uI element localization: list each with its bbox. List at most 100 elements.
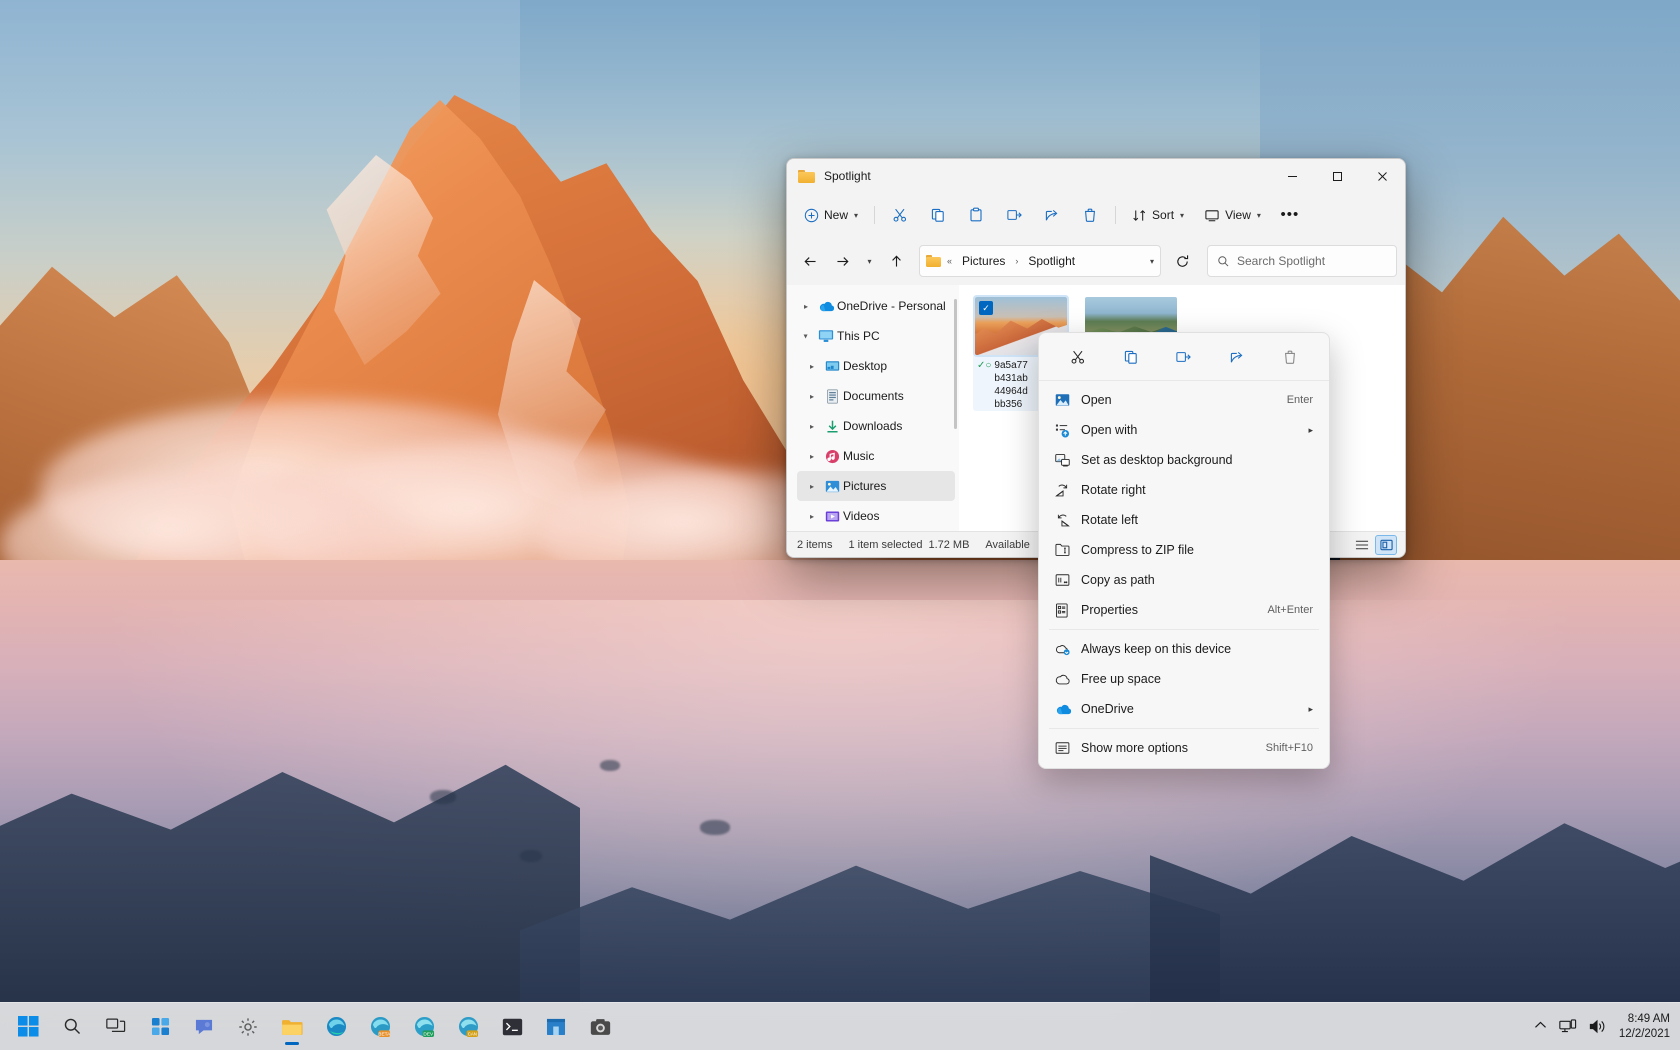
rename-button[interactable] — [996, 200, 1032, 230]
edge-beta-button[interactable]: BETA — [360, 1007, 400, 1047]
address-dropdown-icon[interactable]: ▾ — [1150, 257, 1154, 266]
edge-button[interactable] — [316, 1007, 356, 1047]
network-button[interactable] — [1559, 1019, 1577, 1034]
tray-expand-button[interactable] — [1534, 1021, 1547, 1033]
chevron-up-icon — [1534, 1021, 1547, 1030]
gear-icon — [238, 1017, 258, 1037]
menu-item-copy-as-path[interactable]: Copy as path — [1043, 565, 1325, 595]
menu-item-properties[interactable]: Properties Alt+Enter — [1043, 595, 1325, 625]
chevron-down-icon: ▾ — [1257, 211, 1261, 220]
share-button[interactable] — [1034, 200, 1070, 230]
open-with-icon — [1055, 423, 1081, 438]
breadcrumb-pictures[interactable]: Pictures — [958, 252, 1009, 270]
sidebar-item-downloads[interactable]: ▸ Downloads — [797, 411, 955, 441]
menu-item-open-with[interactable]: Open with ▸ — [1043, 415, 1325, 445]
start-button[interactable] — [8, 1007, 48, 1047]
selection-checkbox[interactable]: ✓ — [979, 301, 993, 315]
search-input[interactable]: Search Spotlight — [1207, 245, 1397, 277]
menu-item-open[interactable]: Open Enter — [1043, 385, 1325, 415]
sidebar-item-music[interactable]: ▸ Music — [797, 441, 955, 471]
search-icon — [1217, 255, 1230, 268]
sort-button[interactable]: Sort ▾ — [1123, 200, 1193, 230]
nav-pane-scrollbar[interactable] — [954, 299, 957, 429]
available-icon: ✓○ — [977, 359, 991, 411]
settings-button[interactable] — [228, 1007, 268, 1047]
chevron-right-icon[interactable]: ▸ — [797, 302, 815, 311]
rename-button[interactable] — [1167, 343, 1201, 371]
refresh-button[interactable] — [1167, 246, 1197, 276]
forward-button[interactable] — [827, 246, 857, 276]
file-explorer-button[interactable] — [272, 1007, 312, 1047]
context-menu-toolbar — [1039, 338, 1329, 381]
folder-icon — [926, 255, 941, 267]
title-bar[interactable]: Spotlight — [787, 159, 1405, 193]
chevron-right-icon[interactable]: ▸ — [803, 512, 821, 521]
close-button[interactable] — [1360, 159, 1405, 193]
selection-size-label: 1.72 MB — [928, 539, 969, 551]
menu-item-onedrive[interactable]: OneDrive ▸ — [1043, 694, 1325, 724]
chevron-right-icon[interactable]: ▸ — [803, 422, 821, 431]
cut-button[interactable] — [1061, 343, 1095, 371]
delete-button[interactable] — [1273, 343, 1307, 371]
chevron-right-icon[interactable]: ▸ — [803, 452, 821, 461]
menu-item-set-as-desktop-background[interactable]: Set as desktop background — [1043, 445, 1325, 475]
search-button[interactable] — [52, 1007, 92, 1047]
breadcrumb-spotlight[interactable]: Spotlight — [1024, 252, 1079, 270]
sort-label: Sort — [1152, 208, 1174, 222]
sidebar-item-this-pc[interactable]: ▸ This PC — [791, 321, 955, 351]
breadcrumb-overflow[interactable]: « — [947, 256, 952, 266]
navigation-bar: ▾ « Pictures › Spotlight ▾ Search Spotli… — [787, 237, 1405, 285]
terminal-button[interactable] — [492, 1007, 532, 1047]
rock — [700, 820, 730, 835]
sidebar-item-label: Music — [843, 449, 874, 463]
desktop-background-icon — [1055, 453, 1081, 467]
menu-item-compress-to-zip[interactable]: Compress to ZIP file — [1043, 535, 1325, 565]
sidebar-item-desktop[interactable]: ▸ Desktop — [797, 351, 955, 381]
widgets-button[interactable] — [140, 1007, 180, 1047]
maximize-button[interactable] — [1315, 159, 1360, 193]
chat-button[interactable] — [184, 1007, 224, 1047]
volume-button[interactable] — [1589, 1019, 1607, 1034]
sidebar-item-onedrive[interactable]: ▸ OneDrive - Personal — [791, 291, 955, 321]
menu-item-rotate-left[interactable]: Rotate left — [1043, 505, 1325, 535]
menu-item-free-up-space[interactable]: Free up space — [1043, 664, 1325, 694]
up-button[interactable] — [881, 246, 911, 276]
volume-icon — [1589, 1019, 1607, 1034]
paste-button[interactable] — [958, 200, 994, 230]
delete-button[interactable] — [1072, 200, 1108, 230]
recent-locations-button[interactable]: ▾ — [859, 246, 879, 276]
minimize-button[interactable] — [1270, 159, 1315, 193]
copy-button[interactable] — [1114, 343, 1148, 371]
store-button[interactable] — [536, 1007, 576, 1047]
see-more-button[interactable]: ••• — [1272, 200, 1308, 230]
cut-button[interactable] — [882, 200, 918, 230]
edge-dev-button[interactable]: DEV — [404, 1007, 444, 1047]
sidebar-item-label: Pictures — [843, 479, 886, 493]
share-button[interactable] — [1220, 343, 1254, 371]
search-placeholder: Search Spotlight — [1237, 254, 1325, 268]
menu-item-show-more-options[interactable]: Show more options Shift+F10 — [1043, 733, 1325, 763]
address-bar[interactable]: « Pictures › Spotlight ▾ — [919, 245, 1161, 277]
large-icons-view-button[interactable] — [1375, 535, 1397, 555]
chevron-right-icon[interactable]: ▸ — [803, 482, 821, 491]
back-button[interactable] — [795, 246, 825, 276]
new-button[interactable]: New ▾ — [795, 200, 867, 230]
chevron-down-icon[interactable]: ▸ — [802, 327, 811, 345]
clock[interactable]: 8:49 AM 12/2/2021 — [1619, 1012, 1670, 1042]
menu-item-always-keep-on-this-device[interactable]: Always keep on this device — [1043, 634, 1325, 664]
sidebar-item-pictures[interactable]: ▸ Pictures — [797, 471, 955, 501]
copy-button[interactable] — [920, 200, 956, 230]
sidebar-item-videos[interactable]: ▸ Videos — [797, 501, 955, 531]
chevron-right-icon[interactable]: ▸ — [803, 362, 821, 371]
details-view-button[interactable] — [1351, 535, 1373, 555]
chevron-right-icon[interactable]: ▸ — [803, 392, 821, 401]
new-label: New — [824, 208, 848, 222]
menu-item-rotate-right[interactable]: Rotate right — [1043, 475, 1325, 505]
rock — [430, 790, 456, 804]
view-button[interactable]: View ▾ — [1195, 200, 1270, 230]
task-view-button[interactable] — [96, 1007, 136, 1047]
edge-canary-button[interactable]: CAN — [448, 1007, 488, 1047]
camera-button[interactable] — [580, 1007, 620, 1047]
sidebar-item-documents[interactable]: ▸ Documents — [797, 381, 955, 411]
chevron-down-icon: ▾ — [1180, 211, 1184, 220]
